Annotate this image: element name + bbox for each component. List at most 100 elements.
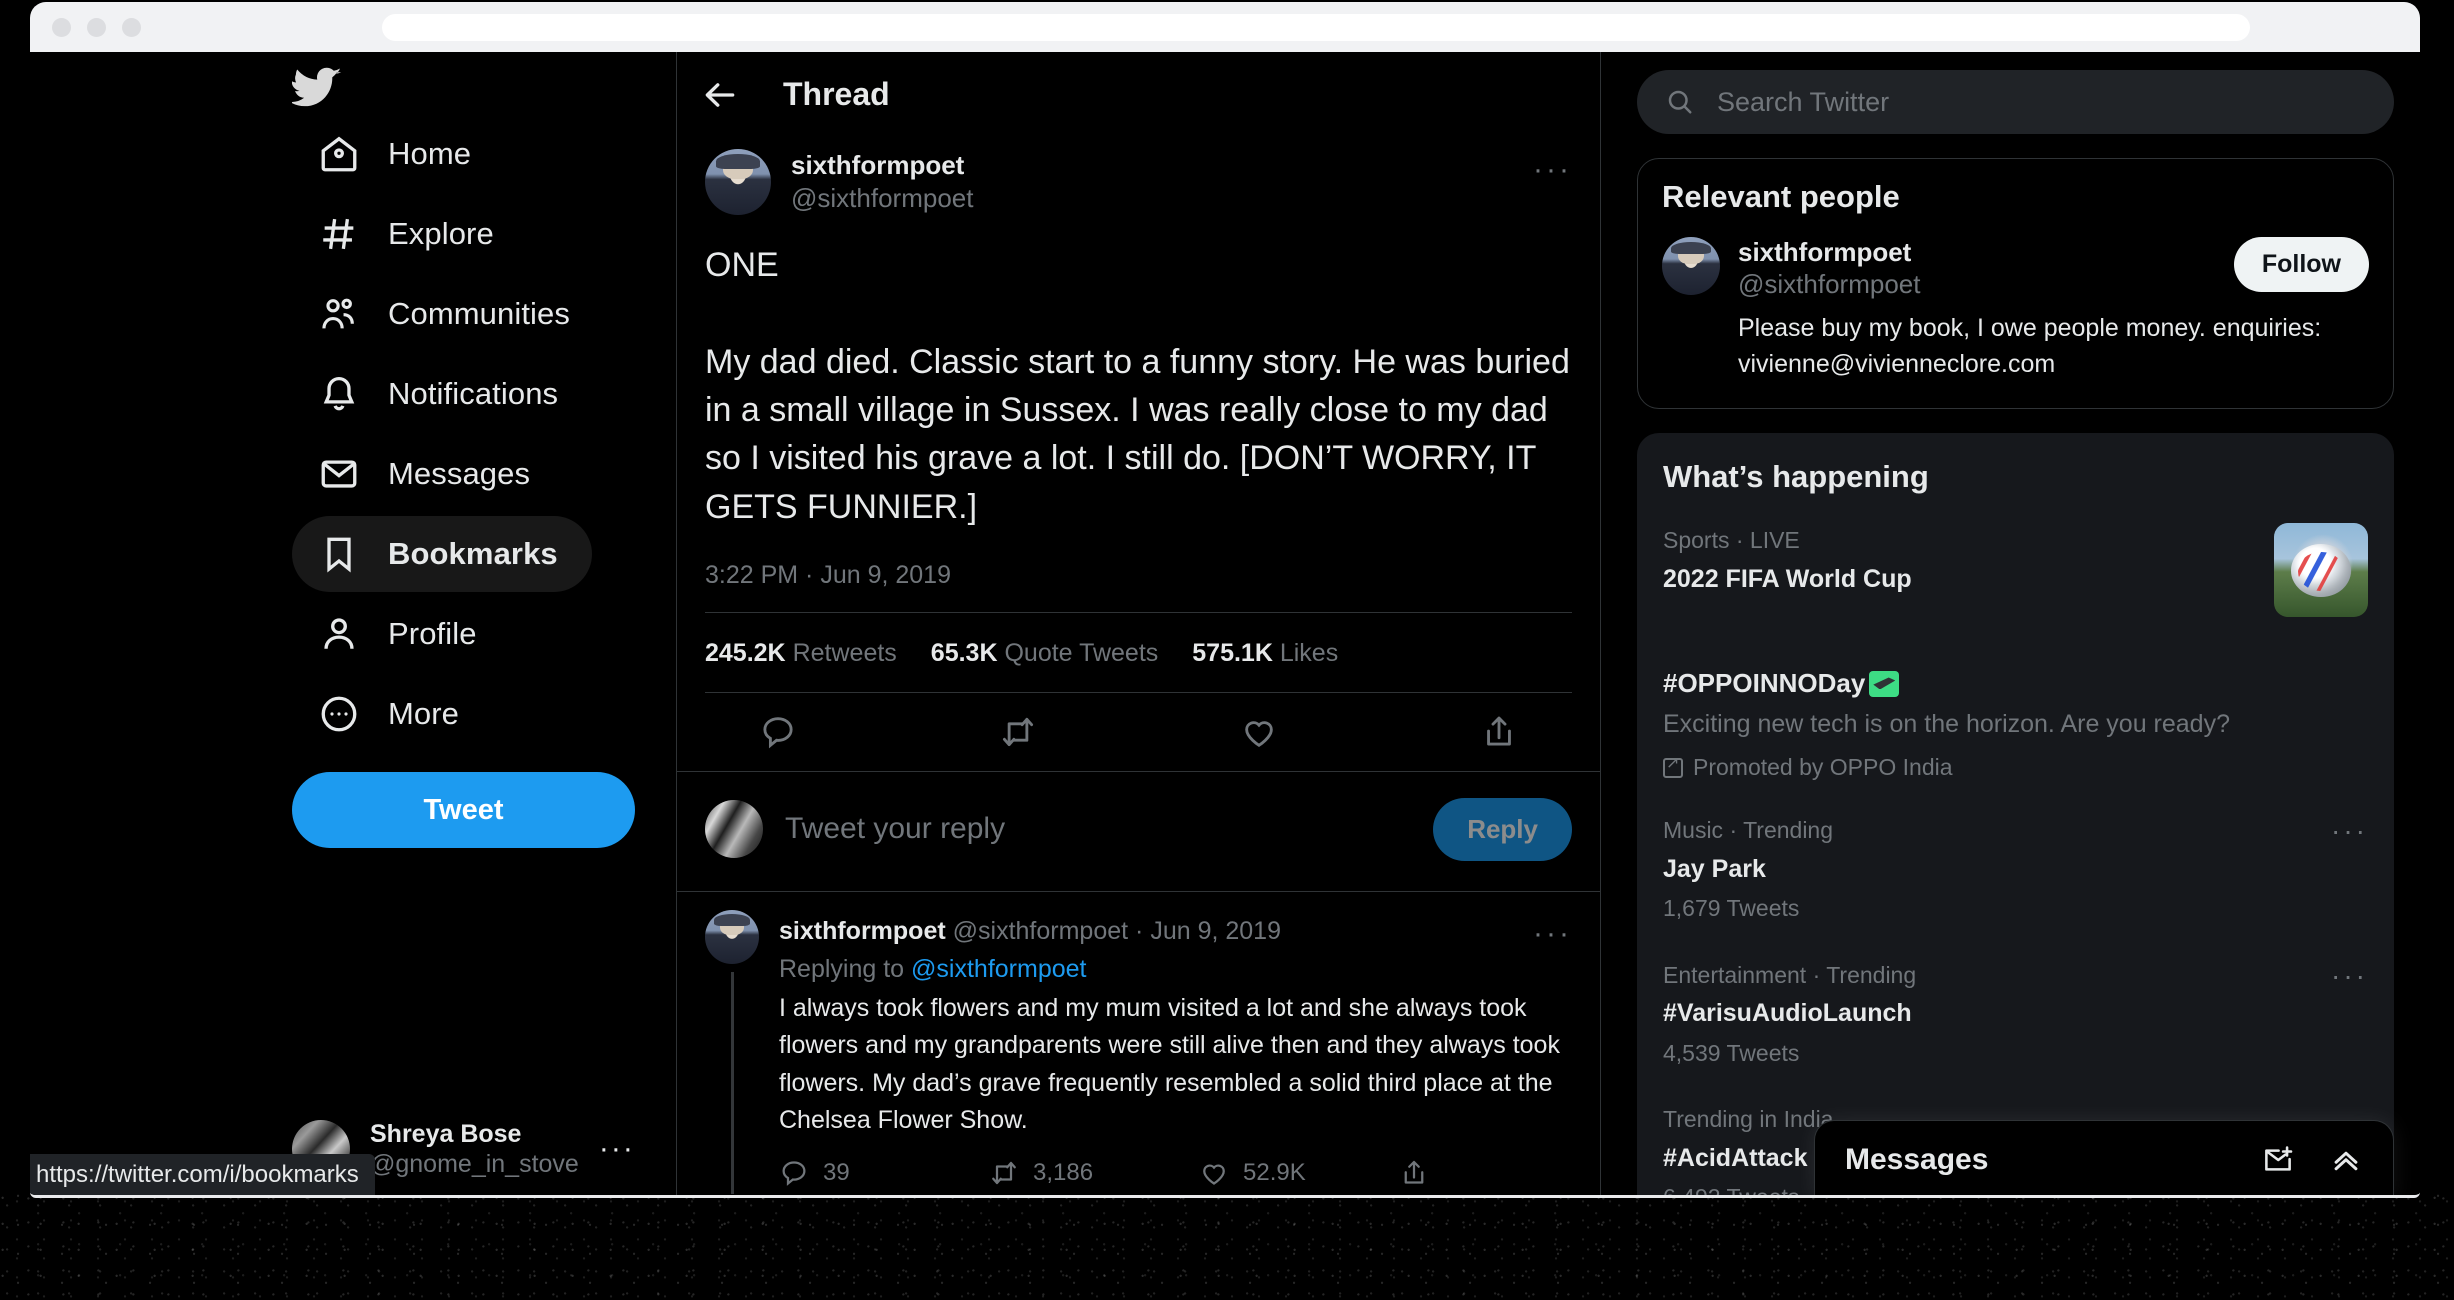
thread-header: Thread <box>677 52 1600 137</box>
avatar[interactable] <box>705 149 771 215</box>
trend-subtitle: Exciting new tech is on the horizon. Are… <box>1663 710 2230 739</box>
metric-retweets[interactable]: 245.2K Retweets <box>705 639 897 668</box>
retweet-icon[interactable] <box>999 713 1037 751</box>
reply-action-reply[interactable]: 39 <box>779 1158 989 1188</box>
minimize-button[interactable] <box>87 17 106 37</box>
address-bar[interactable] <box>382 13 2250 41</box>
share-icon <box>1404 1160 1424 1184</box>
promoted-label: Promoted by OPPO India <box>1663 753 2368 781</box>
reply-tweet[interactable]: sixthformpoet @sixthformpoet · Jun 9, 20… <box>677 1194 1600 1195</box>
page-title: Thread <box>783 76 890 112</box>
communities-icon <box>318 293 360 335</box>
reply-button[interactable]: Reply <box>1433 797 1572 861</box>
ellipsis-icon[interactable]: ··· <box>2331 813 2368 847</box>
sidebar-item-notifications[interactable]: Notifications <box>292 356 592 432</box>
status-bar-url: https://twitter.com/i/bookmarks <box>30 1154 375 1195</box>
sidebar-item-messages[interactable]: Messages <box>292 436 564 512</box>
sidebar-item-more[interactable]: More <box>292 676 493 752</box>
tweet-button[interactable]: Tweet <box>292 772 635 848</box>
relevant-people-card: Relevant people sixthformpoet @sixthform… <box>1637 158 2394 410</box>
meta-dot: · <box>1135 917 1144 946</box>
relevant-person[interactable]: sixthformpoet @sixthformpoet Follow Plea… <box>1662 237 2369 382</box>
sidebar-item-communities[interactable]: Communities <box>292 276 604 352</box>
reply-author-name[interactable]: sixthformpoet <box>779 917 946 945</box>
sidebar-item-label: More <box>388 696 460 731</box>
hashtag-icon <box>318 213 360 255</box>
reply-composer[interactable]: Tweet your reply Reply <box>677 770 1600 892</box>
retweet-icon <box>992 1161 1016 1185</box>
like-count: 52.9K <box>1243 1158 1306 1186</box>
clapper-board-emoji <box>1869 671 1900 698</box>
thread-connector <box>730 971 734 1194</box>
maximize-button[interactable] <box>122 17 141 37</box>
trend-item-promoted[interactable]: #OPPOINNODay Exciting new tech is on the… <box>1637 635 2394 799</box>
browser-window: Home Explore Communities Notifications M… <box>30 2 2420 1198</box>
bell-icon <box>318 373 360 415</box>
avatar[interactable] <box>705 909 759 964</box>
backdrop-noise <box>0 1190 2454 1300</box>
trend-item[interactable]: Entertainment · Trending #VarisuAudioLau… <box>1637 944 2394 1089</box>
reply-action-retweet[interactable]: 3,186 <box>989 1158 1199 1188</box>
ellipsis-icon[interactable]: ··· <box>2331 958 2368 992</box>
like-icon[interactable] <box>1240 713 1278 751</box>
trend-name: #VarisuAudioLaunch <box>1663 999 1912 1028</box>
messages-dock[interactable]: Messages <box>1814 1120 2394 1195</box>
back-arrow-icon[interactable] <box>701 76 739 114</box>
sidebar-item-label: Notifications <box>388 376 559 411</box>
sidebar-item-label: Communities <box>388 296 570 331</box>
metric-label: Retweets <box>792 638 897 667</box>
messages-dock-actions <box>2261 1143 2363 1177</box>
close-button[interactable] <box>52 17 71 37</box>
reply-action-share[interactable] <box>1399 1158 1429 1188</box>
whats-happening-card: What’s happening Sports · LIVE 2022 FIFA… <box>1637 433 2394 1195</box>
trend-name: Jay Park <box>1663 854 1766 883</box>
chevron-up-icon[interactable] <box>2329 1143 2363 1177</box>
author-name[interactable]: sixthformpoet <box>791 149 973 182</box>
metric-likes[interactable]: 575.1K Likes <box>1192 639 1338 668</box>
sidebar-item-label: Bookmarks <box>388 536 558 571</box>
sidebar-item-profile[interactable]: Profile <box>292 596 511 672</box>
window-controls[interactable] <box>52 17 141 37</box>
twitter-bird-icon[interactable] <box>292 62 342 112</box>
reply-author-handle: @sixthformpoet <box>952 917 1129 946</box>
reply-input[interactable]: Tweet your reply <box>785 812 1411 846</box>
reply-actions: 39 3,186 52.9K <box>779 1158 1572 1188</box>
reply-date: Jun 9, 2019 <box>1150 917 1281 946</box>
sidebar-item-home[interactable]: Home <box>292 116 505 192</box>
trend-count: 4,539 Tweets <box>1663 1039 1800 1066</box>
replying-to-handle[interactable]: @sixthformpoet <box>911 955 1086 983</box>
reply-action-like[interactable]: 52.9K <box>1199 1158 1399 1188</box>
main-tweet: sixthformpoet @sixthformpoet ··· ONE My … <box>677 137 1600 771</box>
twitter-app: Home Explore Communities Notifications M… <box>30 52 2420 1195</box>
account-handle: @gnome_in_stove <box>370 1149 579 1178</box>
metric-quote-tweets[interactable]: 65.3K Quote Tweets <box>931 639 1158 668</box>
reply-icon[interactable] <box>759 713 797 751</box>
sidebar-item-bookmarks[interactable]: Bookmarks <box>292 516 592 592</box>
trend-item[interactable]: Music · Trending Jay Park 1,679 Tweets ·… <box>1637 799 2394 944</box>
search-placeholder: Search Twitter <box>1717 86 1890 117</box>
football-thumbnail <box>2274 523 2368 618</box>
thread-column: Thread sixthformpoet @sixthformpoet ··· … <box>676 52 1601 1195</box>
tweet-timestamp: 3:22 PM · Jun 9, 2019 <box>705 560 951 589</box>
reply-text: I always took flowers and my mum visited… <box>779 993 1560 1135</box>
search-input[interactable]: Search Twitter <box>1637 70 2394 134</box>
author-handle[interactable]: @sixthformpoet <box>791 182 973 216</box>
avatar[interactable] <box>1662 237 1720 295</box>
reply-tweet[interactable]: sixthformpoet @sixthformpoet · Jun 9, 20… <box>677 892 1600 1194</box>
trend-item[interactable]: Sports · LIVE 2022 FIFA World Cup <box>1637 509 2394 635</box>
person-name[interactable]: sixthformpoet <box>1738 237 1920 268</box>
main-tweet-header: sixthformpoet @sixthformpoet ··· <box>705 137 1572 215</box>
tweet-actions <box>705 693 1572 771</box>
ellipsis-icon[interactable]: ··· <box>1533 149 1572 187</box>
share-icon[interactable] <box>1480 713 1518 751</box>
new-message-icon[interactable] <box>2261 1143 2295 1177</box>
reply-avatar-column <box>705 909 759 1194</box>
ellipsis-icon[interactable]: ··· <box>599 1132 635 1166</box>
reply-icon <box>782 1161 806 1186</box>
ellipsis-icon[interactable]: ··· <box>1533 910 1572 953</box>
person-bio: Please buy my book, I owe people money. … <box>1738 313 2322 379</box>
tweet-metrics: 245.2K Retweets 65.3K Quote Tweets 575.1… <box>705 613 1572 692</box>
follow-button[interactable]: Follow <box>2233 237 2369 292</box>
person-icon <box>318 613 360 655</box>
sidebar-item-explore[interactable]: Explore <box>292 196 528 272</box>
